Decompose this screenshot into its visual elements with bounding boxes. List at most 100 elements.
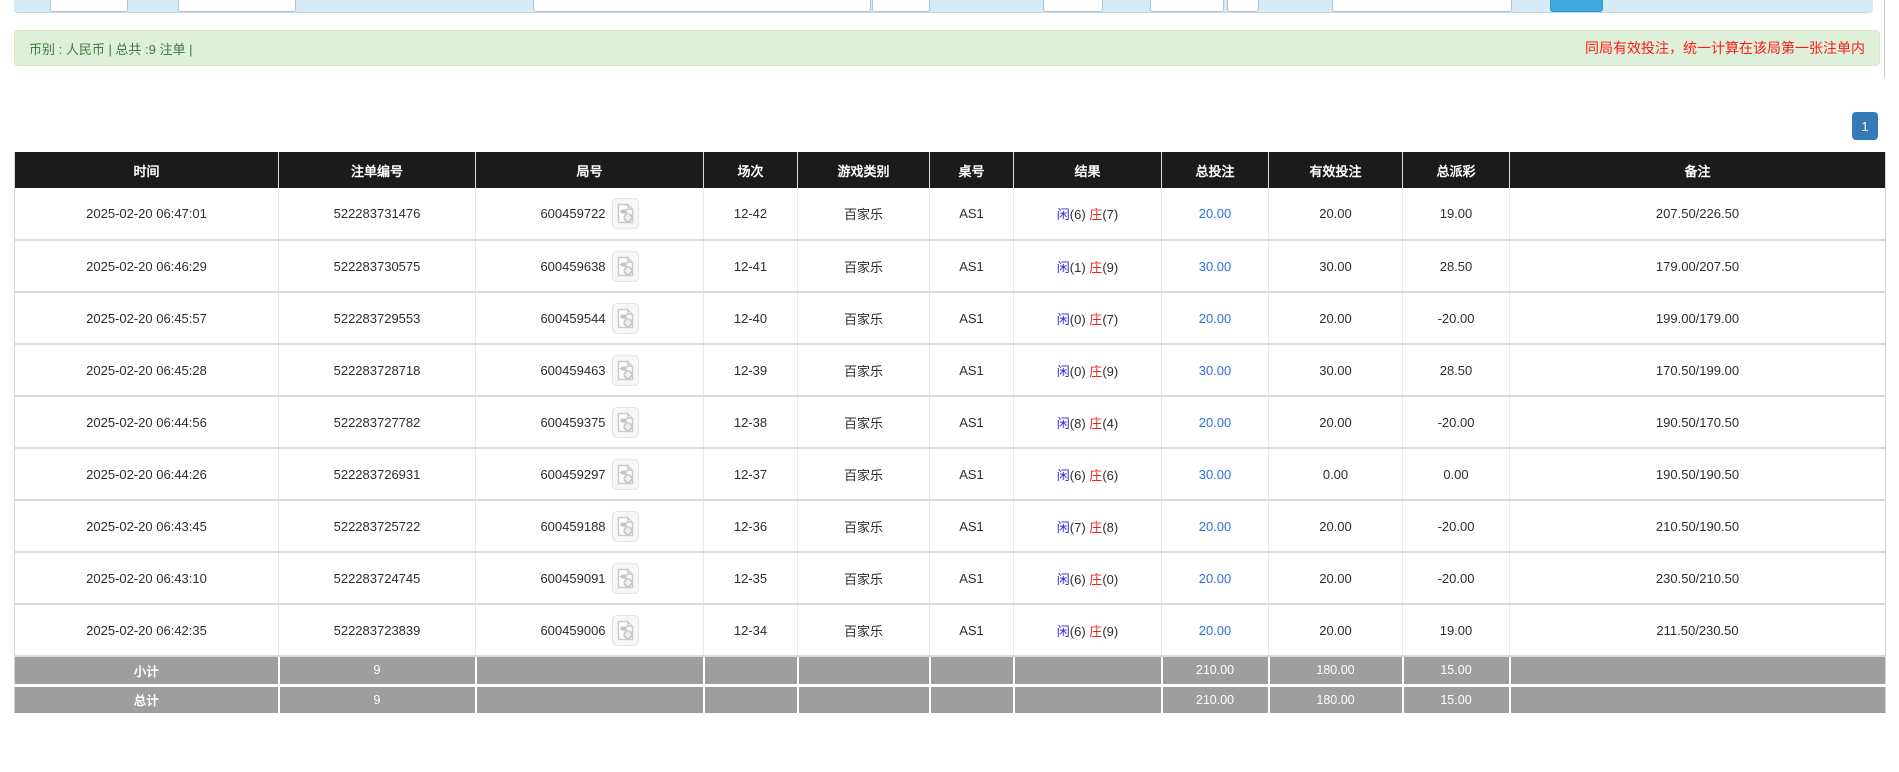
session-cell: 12-34 (704, 604, 798, 656)
table-row: 2025-02-20 06:43:45522283725722600459188… (15, 500, 1886, 552)
footer-cell: 180.00 (1269, 656, 1403, 685)
result-cell: 闲(6) 庄(7) (1014, 188, 1162, 240)
valid-bet-cell: 20.00 (1269, 292, 1403, 344)
footer-cell: 15.00 (1403, 685, 1510, 714)
video-replay-button[interactable] (612, 251, 639, 282)
video-replay-button[interactable] (612, 459, 639, 490)
column-header: 局号 (476, 152, 704, 188)
filter-input[interactable] (1227, 0, 1259, 12)
session-cell: 12-40 (704, 292, 798, 344)
video-replay-button[interactable] (612, 407, 639, 438)
table-no-cell: AS1 (930, 448, 1014, 500)
session-cell: 12-36 (704, 500, 798, 552)
total-bet-link[interactable]: 20.00 (1199, 571, 1232, 586)
round-cell: 600459638 (476, 240, 704, 292)
result-cell: 闲(6) 庄(9) (1014, 604, 1162, 656)
valid-bet-note: 同局有效投注，统一计算在该局第一张注单内 (1585, 38, 1865, 58)
column-header: 总投注 (1162, 152, 1269, 188)
table-no-cell: AS1 (930, 292, 1014, 344)
table-no-cell: AS1 (930, 604, 1014, 656)
total-bet-link[interactable]: 20.00 (1199, 623, 1232, 638)
filter-input[interactable] (50, 0, 128, 12)
remark-cell: 170.50/199.00 (1510, 344, 1886, 396)
total-bet-link[interactable]: 20.00 (1199, 415, 1232, 430)
bet-id-cell: 522283723839 (279, 604, 476, 656)
filter-input[interactable] (533, 0, 871, 12)
video-replay-button[interactable] (612, 355, 639, 386)
footer-cell (476, 685, 704, 714)
total-bet-cell: 20.00 (1162, 500, 1269, 552)
footer-cell: 9 (279, 656, 476, 685)
table-no-cell: AS1 (930, 188, 1014, 240)
game-type-cell: 百家乐 (798, 552, 930, 604)
total-bet-link[interactable]: 20.00 (1199, 519, 1232, 534)
total-bet-cell: 30.00 (1162, 448, 1269, 500)
time-cell: 2025-02-20 06:42:35 (15, 604, 279, 656)
video-replay-button[interactable] (612, 615, 639, 646)
round-cell: 600459375 (476, 396, 704, 448)
video-replay-button[interactable] (612, 198, 639, 229)
game-type-cell: 百家乐 (798, 188, 930, 240)
column-header: 有效投注 (1269, 152, 1403, 188)
footer-cell (704, 685, 798, 714)
round-id: 600459006 (540, 623, 605, 638)
bet-id-cell: 522283725722 (279, 500, 476, 552)
result-text: 闲(6) 庄(6) (1057, 468, 1118, 483)
header-row: 时间注单编号局号场次游戏类别桌号结果总投注有效投注总派彩备注 (15, 152, 1886, 188)
summary-bar: 币别 : 人民币 | 总共 :9 注单 | 同局有效投注，统一计算在该局第一张注… (14, 30, 1880, 66)
round-cell: 600459091 (476, 552, 704, 604)
filter-input[interactable] (1043, 0, 1103, 12)
game-type-cell: 百家乐 (798, 240, 930, 292)
column-header: 场次 (704, 152, 798, 188)
table-no-cell: AS1 (930, 344, 1014, 396)
filter-toolbar (14, 0, 1873, 13)
video-file-icon (616, 620, 635, 641)
page-edge-divider (1884, 0, 1885, 78)
bet-id-cell: 522283726931 (279, 448, 476, 500)
total-bet-link[interactable]: 20.00 (1199, 311, 1232, 326)
column-header: 结果 (1014, 152, 1162, 188)
pagination-page-button[interactable]: 1 (1852, 112, 1878, 140)
footer-cell (1014, 685, 1162, 714)
total-bet-link[interactable]: 30.00 (1199, 259, 1232, 274)
filter-input[interactable] (1150, 0, 1224, 12)
game-type-cell: 百家乐 (798, 396, 930, 448)
total-bet-link[interactable]: 30.00 (1199, 467, 1232, 482)
remark-cell: 210.50/190.50 (1510, 500, 1886, 552)
video-replay-button[interactable] (612, 303, 639, 334)
payout-cell: 19.00 (1403, 188, 1510, 240)
result-cell: 闲(8) 庄(4) (1014, 396, 1162, 448)
result-cell: 闲(6) 庄(0) (1014, 552, 1162, 604)
time-cell: 2025-02-20 06:43:10 (15, 552, 279, 604)
remark-cell: 179.00/207.50 (1510, 240, 1886, 292)
currency-total-text: 币别 : 人民币 | 总共 :9 注单 | (29, 39, 193, 58)
search-button[interactable] (1550, 0, 1603, 12)
footer-label: 总计 (15, 685, 279, 714)
filter-input[interactable] (872, 0, 930, 12)
valid-bet-cell: 20.00 (1269, 604, 1403, 656)
filter-input[interactable] (1332, 0, 1512, 12)
total-bet-link[interactable]: 20.00 (1199, 206, 1232, 221)
round-id: 600459188 (540, 519, 605, 534)
footer-cell (1510, 685, 1886, 714)
video-file-icon (616, 516, 635, 537)
result-text: 闲(0) 庄(9) (1057, 364, 1118, 379)
payout-cell: -20.00 (1403, 396, 1510, 448)
footer-cell (704, 656, 798, 685)
round-id: 600459375 (540, 415, 605, 430)
video-replay-button[interactable] (612, 511, 639, 542)
table-no-cell: AS1 (930, 240, 1014, 292)
table-row: 2025-02-20 06:43:10522283724745600459091… (15, 552, 1886, 604)
filter-input[interactable] (178, 0, 296, 12)
remark-cell: 190.50/170.50 (1510, 396, 1886, 448)
total-bet-link[interactable]: 30.00 (1199, 363, 1232, 378)
table-row: 2025-02-20 06:42:35522283723839 600459006… (15, 604, 1886, 656)
bet-id-cell: 522283730575 (279, 240, 476, 292)
table-no-cell: AS1 (930, 552, 1014, 604)
total-bet-cell: 30.00 (1162, 240, 1269, 292)
valid-bet-cell: 20.00 (1269, 500, 1403, 552)
footer-cell (1014, 656, 1162, 685)
video-replay-button[interactable] (612, 563, 639, 594)
round-cell: 600459188 (476, 500, 704, 552)
total-row: 总计9210.00180.0015.00 (15, 685, 1886, 714)
